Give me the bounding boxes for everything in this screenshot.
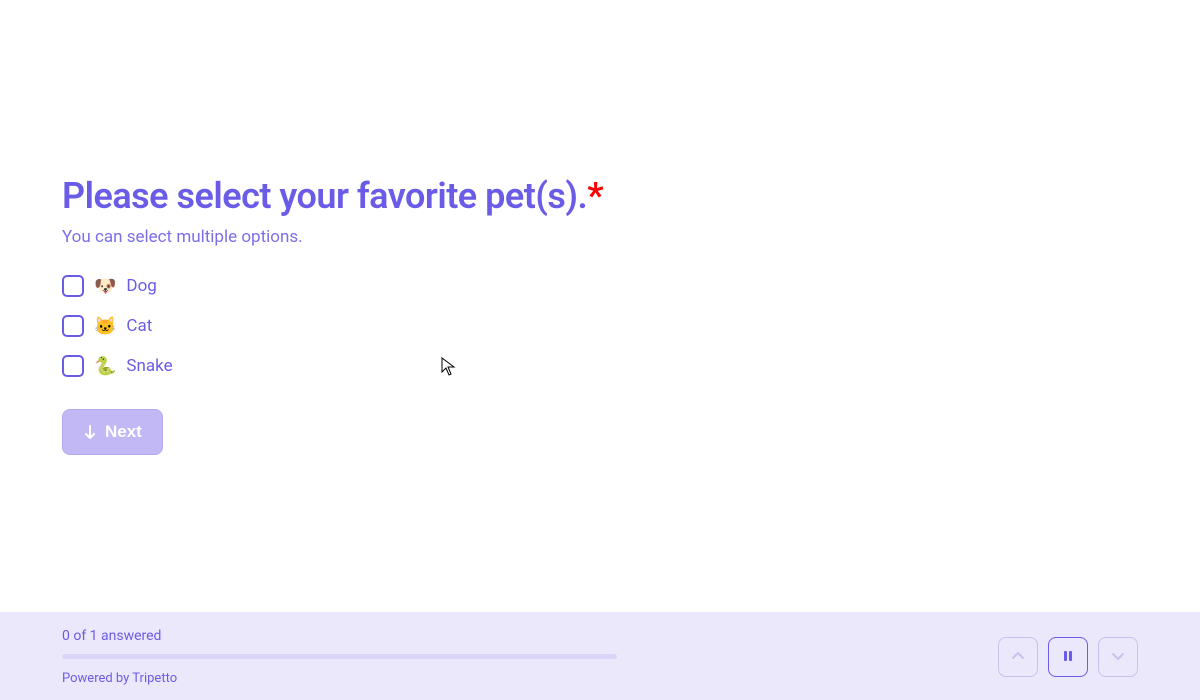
next-button[interactable]: Next [62, 409, 163, 455]
footer: 0 of 1 answered Powered by Tripetto [0, 612, 1200, 700]
help-text: You can select multiple options. [62, 227, 1138, 247]
chevron-up-icon [1010, 648, 1026, 667]
option-label-snake: Snake [126, 356, 172, 376]
dog-emoji-icon: 🐶 [94, 276, 116, 297]
powered-by[interactable]: Powered by Tripetto [62, 671, 998, 686]
question-title-text: Please select your favorite pet(s). [62, 175, 587, 217]
progress-text: 0 of 1 answered [62, 628, 998, 644]
checkbox-dog[interactable] [62, 275, 84, 297]
progress-bar [62, 654, 617, 659]
option-snake[interactable]: 🐍 Snake [62, 355, 1138, 377]
option-cat[interactable]: 🐱 Cat [62, 315, 1138, 337]
footer-controls [998, 637, 1138, 677]
option-label-dog: Dog [126, 276, 156, 296]
snake-emoji-icon: 🐍 [94, 356, 116, 377]
arrow-down-icon [83, 425, 97, 439]
checkbox-snake[interactable] [62, 355, 84, 377]
question-title: Please select your favorite pet(s).* [62, 175, 1138, 217]
next-nav-button[interactable] [1098, 637, 1138, 677]
chevron-down-icon [1110, 648, 1126, 667]
question-content: Please select your favorite pet(s).* You… [0, 0, 1200, 455]
footer-left: 0 of 1 answered Powered by Tripetto [62, 628, 998, 686]
checkbox-cat[interactable] [62, 315, 84, 337]
pause-button[interactable] [1048, 637, 1088, 677]
option-dog[interactable]: 🐶 Dog [62, 275, 1138, 297]
previous-button[interactable] [998, 637, 1038, 677]
option-label-cat: Cat [126, 316, 152, 336]
cat-emoji-icon: 🐱 [94, 316, 116, 337]
pause-icon [1061, 649, 1075, 666]
required-asterisk: * [587, 175, 603, 217]
options-list: 🐶 Dog 🐱 Cat 🐍 Snake [62, 275, 1138, 377]
next-button-label: Next [105, 422, 142, 442]
